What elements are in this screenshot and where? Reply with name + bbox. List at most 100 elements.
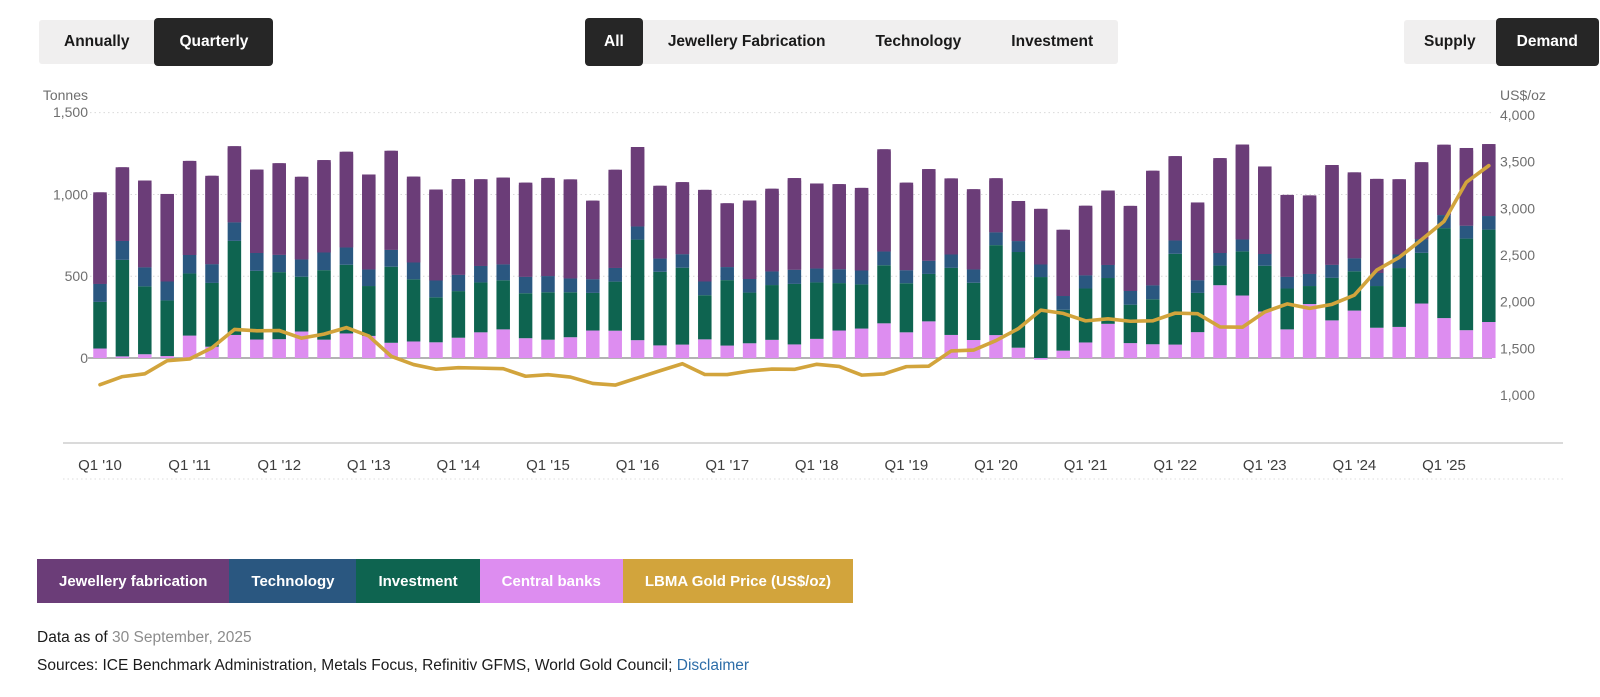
bar-top-cap[interactable] bbox=[138, 181, 152, 268]
legend-item-jewellery-fabrication[interactable]: Jewellery fabrication bbox=[37, 559, 229, 603]
bar-segment[interactable] bbox=[272, 255, 286, 272]
bar-segment[interactable] bbox=[810, 269, 824, 283]
bar-top-cap[interactable] bbox=[832, 184, 846, 269]
bar-segment[interactable] bbox=[922, 274, 936, 321]
bar-top-cap[interactable] bbox=[1236, 145, 1250, 240]
bar-segment[interactable] bbox=[205, 283, 219, 347]
legend-item-lbma-gold-price-us-oz[interactable]: LBMA Gold Price (US$/oz) bbox=[623, 559, 853, 603]
bar-segment[interactable] bbox=[250, 340, 263, 358]
bar-segment[interactable] bbox=[631, 240, 645, 341]
bar-segment[interactable] bbox=[810, 282, 824, 338]
bar-segment[interactable] bbox=[1034, 277, 1048, 358]
bar-segment[interactable] bbox=[1146, 285, 1160, 299]
bar-segment[interactable] bbox=[653, 345, 667, 358]
bar-segment[interactable] bbox=[1012, 348, 1026, 358]
bar-segment[interactable] bbox=[228, 222, 242, 241]
bar-segment[interactable] bbox=[1460, 239, 1474, 331]
bar-segment[interactable] bbox=[1325, 265, 1339, 278]
bar-top-cap[interactable] bbox=[1437, 145, 1451, 215]
bar-segment[interactable] bbox=[183, 255, 197, 273]
bar-top-cap[interactable] bbox=[1415, 162, 1429, 239]
bar-segment[interactable] bbox=[1213, 253, 1227, 266]
bar-segment[interactable] bbox=[698, 295, 712, 339]
bar-segment[interactable] bbox=[160, 300, 174, 356]
bar-top-cap[interactable] bbox=[429, 190, 443, 281]
bar-segment[interactable] bbox=[116, 260, 129, 357]
bar-top-cap[interactable] bbox=[1168, 156, 1182, 240]
category-technology-button[interactable]: Technology bbox=[850, 20, 986, 64]
bar-segment[interactable] bbox=[1213, 285, 1227, 358]
bar-top-cap[interactable] bbox=[519, 183, 533, 277]
bar-segment[interactable] bbox=[877, 265, 891, 323]
bar-segment[interactable] bbox=[474, 266, 488, 283]
bar-segment[interactable] bbox=[944, 254, 958, 267]
bar-top-cap[interactable] bbox=[1303, 195, 1317, 274]
bar-segment[interactable] bbox=[765, 340, 779, 358]
bar-segment[interactable] bbox=[698, 281, 712, 295]
bar-segment[interactable] bbox=[720, 267, 734, 280]
bar-segment[interactable] bbox=[1124, 305, 1138, 343]
bar-segment[interactable] bbox=[429, 342, 443, 358]
bar-top-cap[interactable] bbox=[384, 151, 398, 250]
bar-segment[interactable] bbox=[1124, 291, 1138, 305]
bar-segment[interactable] bbox=[676, 345, 690, 358]
bar-segment[interactable] bbox=[116, 356, 129, 358]
bar-segment[interactable] bbox=[653, 272, 667, 346]
bar-top-cap[interactable] bbox=[1056, 230, 1070, 296]
bar-top-cap[interactable] bbox=[900, 183, 914, 271]
bar-segment[interactable] bbox=[138, 267, 152, 286]
bar-segment[interactable] bbox=[541, 292, 555, 339]
bar-segment[interactable] bbox=[1168, 240, 1182, 253]
bar-segment[interactable] bbox=[93, 349, 107, 358]
bar-top-cap[interactable] bbox=[743, 200, 757, 279]
bar-top-cap[interactable] bbox=[295, 177, 309, 260]
annually-button[interactable]: Annually bbox=[39, 20, 154, 64]
bar-segment[interactable] bbox=[676, 254, 690, 268]
bar-segment[interactable] bbox=[720, 346, 734, 358]
bar-segment[interactable] bbox=[564, 278, 578, 292]
bar-segment[interactable] bbox=[250, 253, 263, 271]
legend-item-investment[interactable]: Investment bbox=[356, 559, 479, 603]
bar-segment[interactable] bbox=[788, 284, 802, 345]
bar-segment[interactable] bbox=[317, 253, 331, 271]
bar-segment[interactable] bbox=[228, 241, 242, 335]
bar-segment[interactable] bbox=[608, 268, 622, 282]
bar-segment[interactable] bbox=[519, 338, 533, 358]
bar-segment[interactable] bbox=[1482, 230, 1496, 322]
bar-segment[interactable] bbox=[1258, 254, 1272, 266]
bar-top-cap[interactable] bbox=[1392, 179, 1406, 254]
quarterly-button[interactable]: Quarterly bbox=[154, 18, 273, 66]
bar-segment[interactable] bbox=[1056, 351, 1070, 358]
bar-segment[interactable] bbox=[631, 340, 645, 358]
bar-top-cap[interactable] bbox=[474, 179, 488, 266]
bar-segment[interactable] bbox=[1280, 277, 1294, 289]
bar-top-cap[interactable] bbox=[1191, 202, 1205, 280]
bar-segment[interactable] bbox=[452, 275, 466, 291]
bar-segment[interactable] bbox=[272, 339, 286, 358]
bar-segment[interactable] bbox=[1392, 327, 1406, 358]
bar-segment[interactable] bbox=[93, 302, 107, 349]
bar-segment[interactable] bbox=[1348, 258, 1362, 271]
bar-segment[interactable] bbox=[631, 226, 645, 239]
bar-segment[interactable] bbox=[1079, 275, 1093, 288]
bar-segment[interactable] bbox=[586, 293, 600, 331]
bar-top-cap[interactable] bbox=[250, 170, 263, 253]
bar-segment[interactable] bbox=[877, 252, 891, 266]
bar-segment[interactable] bbox=[967, 269, 981, 282]
bar-segment[interactable] bbox=[676, 268, 690, 345]
bar-top-cap[interactable] bbox=[93, 192, 107, 284]
bar-segment[interactable] bbox=[160, 356, 174, 358]
bar-segment[interactable] bbox=[855, 329, 869, 358]
bar-segment[interactable] bbox=[1303, 304, 1317, 358]
bar-segment[interactable] bbox=[922, 321, 936, 358]
bar-top-cap[interactable] bbox=[407, 177, 421, 263]
bar-top-cap[interactable] bbox=[788, 178, 802, 270]
bar-segment[interactable] bbox=[1258, 266, 1272, 312]
bar-top-cap[interactable] bbox=[1482, 144, 1496, 216]
bar-segment[interactable] bbox=[1191, 332, 1205, 358]
bar-segment[interactable] bbox=[1191, 280, 1205, 293]
bar-segment[interactable] bbox=[900, 270, 914, 283]
bar-segment[interactable] bbox=[877, 323, 891, 358]
bar-segment[interactable] bbox=[922, 261, 936, 274]
bar-segment-negative[interactable] bbox=[1034, 358, 1048, 360]
